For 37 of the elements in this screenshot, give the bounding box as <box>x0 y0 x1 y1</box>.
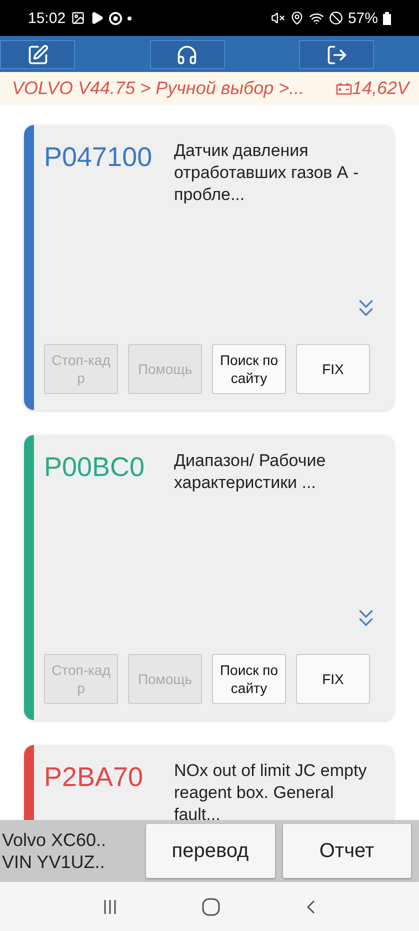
play-icon <box>90 11 104 25</box>
mute-icon <box>270 11 285 25</box>
action-button[interactable]: FIX <box>296 654 370 704</box>
recent-apps-icon[interactable] <box>102 898 118 914</box>
dtc-code: P2BA70 <box>44 761 144 794</box>
dtc-code: P00BC0 <box>44 451 146 484</box>
home-icon[interactable] <box>202 898 220 916</box>
breadcrumb-path: VOLVO V44.75 > Ручной выбор >... <box>12 78 304 99</box>
dtc-description: NOx out of limit JC empty reagent box. General fault... <box>174 760 368 820</box>
action-button[interactable]: Поиск по сайту <box>212 654 286 704</box>
wifi-icon <box>308 10 324 26</box>
edit-button[interactable] <box>0 40 75 69</box>
support-button[interactable] <box>150 40 224 69</box>
back-icon[interactable] <box>304 898 317 914</box>
exit-icon <box>326 44 348 66</box>
exit-button[interactable] <box>299 40 374 69</box>
browser-icon <box>108 12 122 24</box>
vehicle-info: VIN YV1UZ.. <box>2 851 106 873</box>
location-icon <box>290 11 304 25</box>
footer-button[interactable]: перевод <box>146 824 274 878</box>
battery-percent: 57% <box>348 10 378 26</box>
action-button[interactable]: FIX <box>296 344 370 394</box>
dtc-description: Датчик давления отработавших газов А - пробле... <box>174 140 360 206</box>
battery-icon <box>383 12 391 24</box>
image-icon <box>70 11 85 25</box>
dtc-code: P047100 <box>44 141 154 174</box>
vehicle-info: Volvo XC60.. <box>2 829 108 851</box>
block-icon <box>328 11 343 25</box>
dtc-description: Диапазон/ Рабочие характеристики ... <box>174 450 327 494</box>
headset-icon <box>176 44 198 66</box>
footer-button[interactable]: Отчет <box>282 824 411 878</box>
voltage-reading: 14,62V <box>352 78 409 99</box>
edit-icon <box>26 44 48 66</box>
battery-icon <box>336 82 352 94</box>
action-button[interactable]: Поиск по сайту <box>212 344 286 394</box>
dot-icon <box>126 16 132 20</box>
clock-time: 15:02 <box>28 10 66 26</box>
